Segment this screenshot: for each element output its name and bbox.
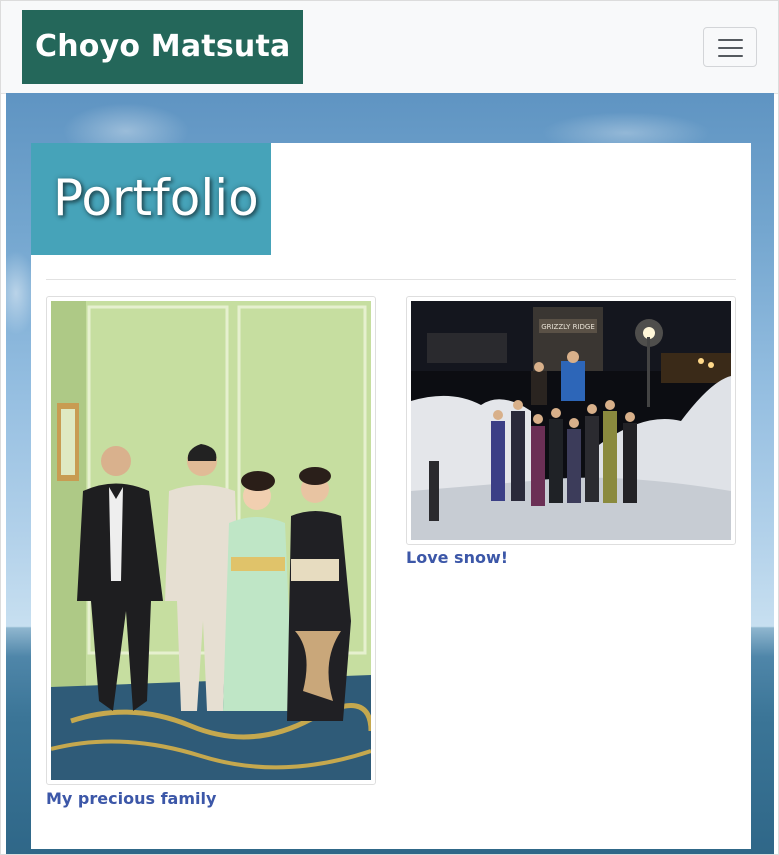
- portfolio-card: Portfolio My precious family GRIZZLY RID…: [31, 143, 751, 849]
- snow-group-photo: GRIZZLY RIDGE: [411, 301, 731, 540]
- family-photo: [51, 301, 371, 780]
- browser-viewport: Choyo Matsuta Portfolio My precious fami…: [0, 0, 779, 855]
- navbar-brand[interactable]: Choyo Matsuta: [22, 10, 304, 84]
- navbar-toggler-button[interactable]: [703, 27, 757, 67]
- grizzly-ridge-sign: GRIZZLY RIDGE: [541, 323, 595, 331]
- family-photo-thumbnail[interactable]: [46, 296, 376, 785]
- section-divider: [46, 279, 736, 280]
- page-title: Portfolio: [53, 169, 259, 227]
- family-photo-caption[interactable]: My precious family: [46, 789, 216, 808]
- snow-photo-caption[interactable]: Love snow!: [406, 548, 508, 567]
- snow-photo-thumbnail[interactable]: GRIZZLY RIDGE: [406, 296, 736, 545]
- navbar: Choyo Matsuta: [1, 1, 778, 94]
